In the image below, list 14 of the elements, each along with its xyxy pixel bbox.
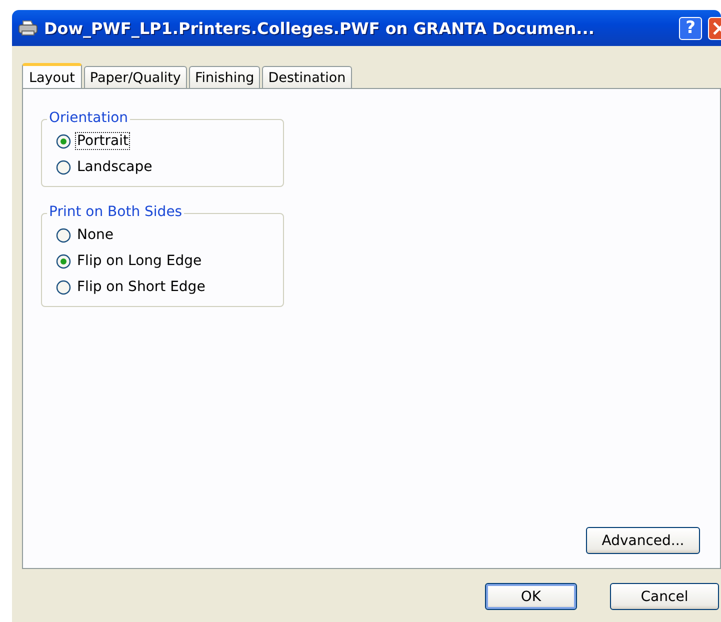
tab[interactable]: Paper/Quality bbox=[84, 66, 187, 88]
radio-label[interactable]: Portrait bbox=[75, 132, 130, 150]
radio-label[interactable]: Landscape bbox=[75, 158, 154, 176]
dialog-button[interactable]: OK bbox=[485, 583, 577, 610]
advanced-button[interactable]: Advanced... bbox=[586, 527, 700, 554]
radio-label[interactable]: Flip on Long Edge bbox=[75, 252, 204, 270]
radio-label[interactable]: Flip on Short Edge bbox=[75, 278, 208, 296]
tab[interactable]: Layout bbox=[22, 63, 82, 89]
tab[interactable]: Finishing bbox=[188, 66, 260, 88]
help-button[interactable]: ? bbox=[679, 16, 702, 40]
tab[interactable]: Destination bbox=[262, 66, 352, 88]
window-title: Dow_PWF_LP1.Printers.Colleges.PWF on GRANTA Documen... bbox=[44, 18, 596, 38]
radio-label[interactable]: None bbox=[75, 226, 116, 244]
dialog-button[interactable]: Cancel bbox=[610, 583, 719, 610]
